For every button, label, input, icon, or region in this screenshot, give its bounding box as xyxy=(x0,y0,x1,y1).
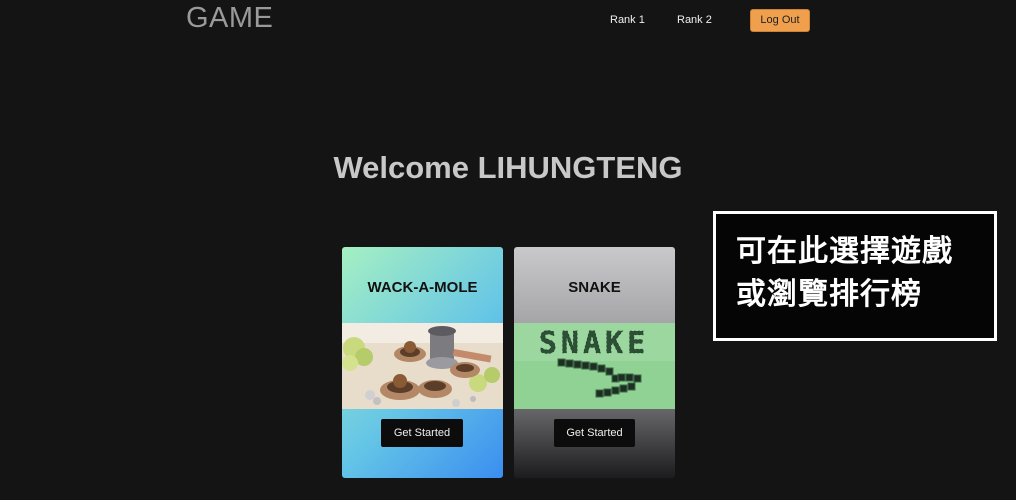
game-card-snake[interactable]: SNAKE SNAKE Get Started xyxy=(514,247,675,478)
logout-button[interactable]: Log Out xyxy=(750,9,810,32)
annotation-line-2: 或瀏覽排行榜 xyxy=(736,278,922,311)
card-title: SNAKE xyxy=(568,279,621,296)
wack-a-mole-image xyxy=(342,323,503,409)
snake-image-title: SNAKE xyxy=(539,326,649,361)
get-started-button-wack-a-mole[interactable]: Get Started xyxy=(381,419,463,447)
page: GAME Rank 1 Rank 2 Log Out Welcome LIHUN… xyxy=(0,0,1016,500)
nav-rank-2[interactable]: Rank 2 xyxy=(677,14,712,26)
annotation-callout: 可在此選擇遊戲 或瀏覽排行榜 xyxy=(713,211,997,341)
annotation-line-1: 可在此選擇遊戲 xyxy=(736,235,953,268)
get-started-button-snake[interactable]: Get Started xyxy=(554,419,635,447)
brand-logo[interactable]: GAME xyxy=(186,2,273,35)
snake-image: SNAKE xyxy=(514,323,675,409)
card-title: WACK-A-MOLE xyxy=(367,279,478,296)
welcome-heading: Welcome LIHUNGTENG xyxy=(333,150,683,185)
nav-rank-1[interactable]: Rank 1 xyxy=(610,14,645,26)
game-card-wack-a-mole[interactable]: WACK-A-MOLE Get Started xyxy=(342,247,503,478)
